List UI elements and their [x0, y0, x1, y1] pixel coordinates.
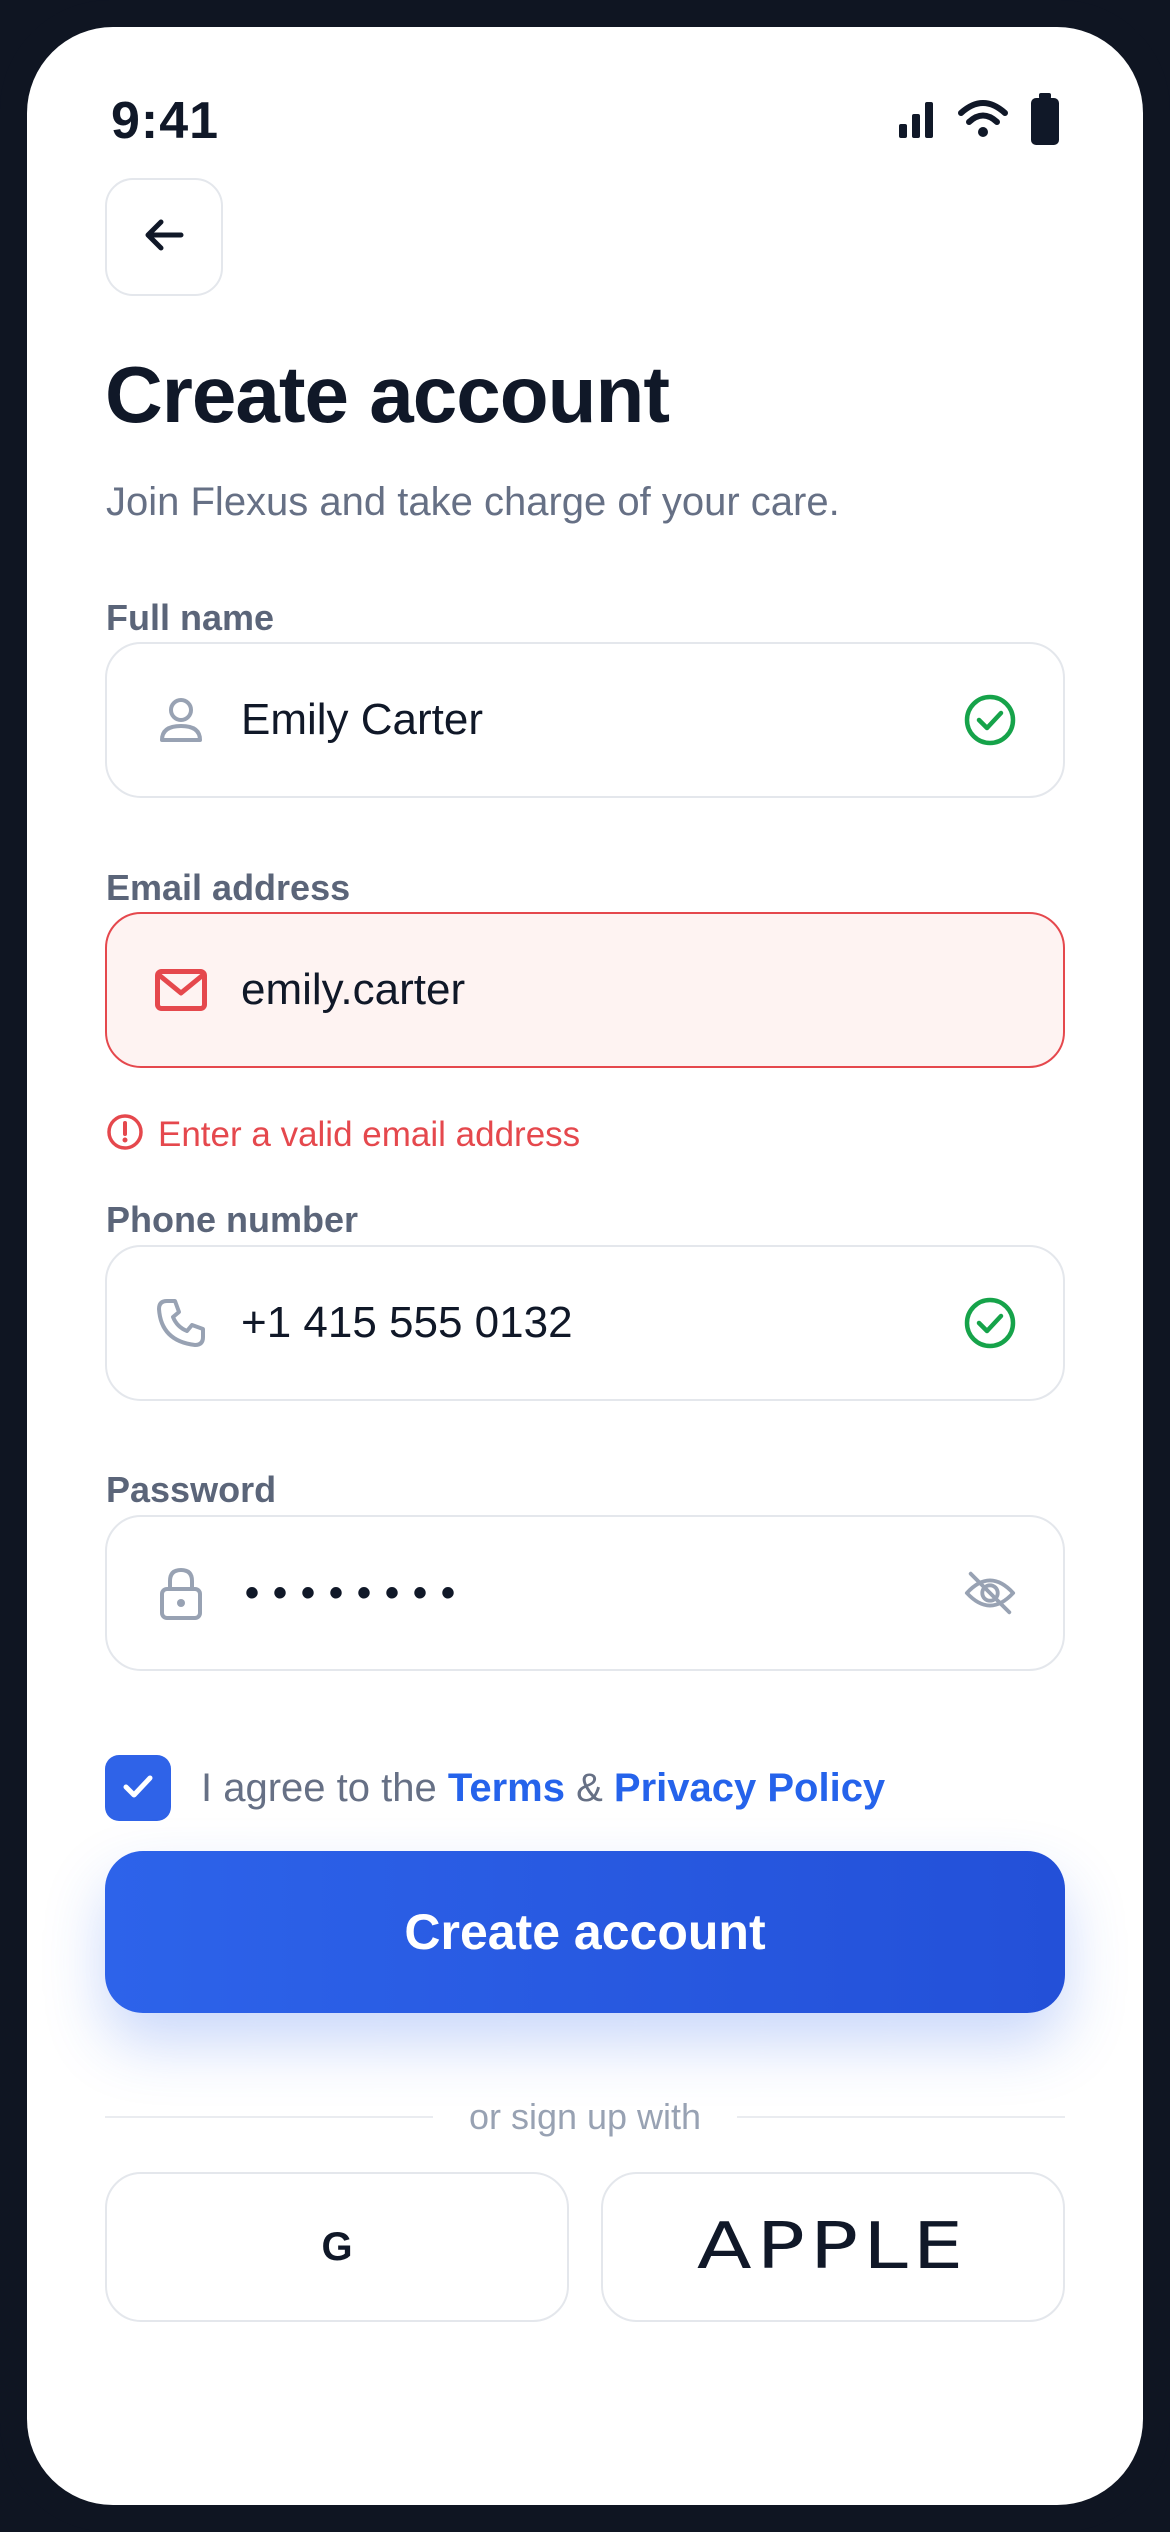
password-field[interactable]: •••••••• [105, 1515, 1065, 1671]
phone-icon [155, 1297, 207, 1349]
mail-icon [155, 964, 207, 1016]
privacy-policy-link[interactable]: Privacy Policy [614, 1766, 885, 1810]
full-name-field[interactable]: Emily Carter [105, 642, 1065, 798]
email-value: emily.carter [241, 965, 466, 1014]
phone-frame: 9:41 Create account Join Flexus and take… [0, 0, 1170, 2532]
terms-amp: & [576, 1765, 603, 1810]
eye-off-icon[interactable] [963, 1566, 1017, 1620]
terms-link[interactable]: Terms [448, 1766, 565, 1810]
divider-line-right [737, 2116, 1065, 2118]
phone-value: +1 415 555 0132 [241, 1298, 573, 1347]
google-signup-button[interactable]: G [105, 2172, 569, 2322]
email-error-text: Enter a valid email address [158, 1114, 581, 1154]
password-label: Password [106, 1469, 277, 1510]
google-label: G [321, 2224, 353, 2269]
check-icon [118, 1766, 158, 1811]
back-button[interactable] [105, 178, 223, 296]
terms-prefix: I agree to the [201, 1765, 437, 1810]
screen: 9:41 Create account Join Flexus and take… [27, 27, 1143, 2505]
apple-signup-button[interactable]: APPLE [601, 2172, 1065, 2322]
page-subtitle: Join Flexus and take charge of your care… [106, 480, 840, 524]
full-name-value: Emily Carter [241, 695, 484, 744]
social-divider: or sign up with [105, 2096, 1065, 2138]
terms-agreement: I agree to the Terms & Privacy Policy [105, 1755, 885, 1821]
arrow-left-icon [139, 210, 189, 265]
terms-checkbox[interactable] [105, 1755, 171, 1821]
signal-icon [899, 100, 935, 143]
wifi-icon [957, 99, 1009, 144]
terms-text: I agree to the Terms & Privacy Policy [201, 1766, 885, 1811]
password-value: •••••••• [245, 1570, 470, 1615]
check-circle-icon [963, 1296, 1017, 1350]
user-icon [155, 694, 207, 746]
phone-label: Phone number [106, 1199, 359, 1240]
alert-circle-icon [106, 1113, 144, 1156]
page-title: Create account [105, 350, 670, 439]
status-time: 9:41 [111, 92, 220, 150]
full-name-label: Full name [106, 597, 275, 638]
phone-field[interactable]: +1 415 555 0132 [105, 1245, 1065, 1401]
divider-text: or sign up with [468, 2096, 702, 2137]
lock-icon [155, 1567, 207, 1620]
create-account-label: Create account [404, 1904, 766, 1960]
divider-line-left [105, 2116, 433, 2118]
email-label: Email address [106, 867, 351, 908]
create-account-button[interactable]: Create account [105, 1851, 1065, 2013]
check-circle-icon [963, 693, 1017, 747]
apple-label: APPLE [697, 2210, 969, 2284]
battery-icon [1031, 93, 1059, 150]
status-icons [899, 93, 1059, 150]
email-field[interactable]: emily.carter [105, 912, 1065, 1068]
email-error: Enter a valid email address [106, 1113, 580, 1156]
